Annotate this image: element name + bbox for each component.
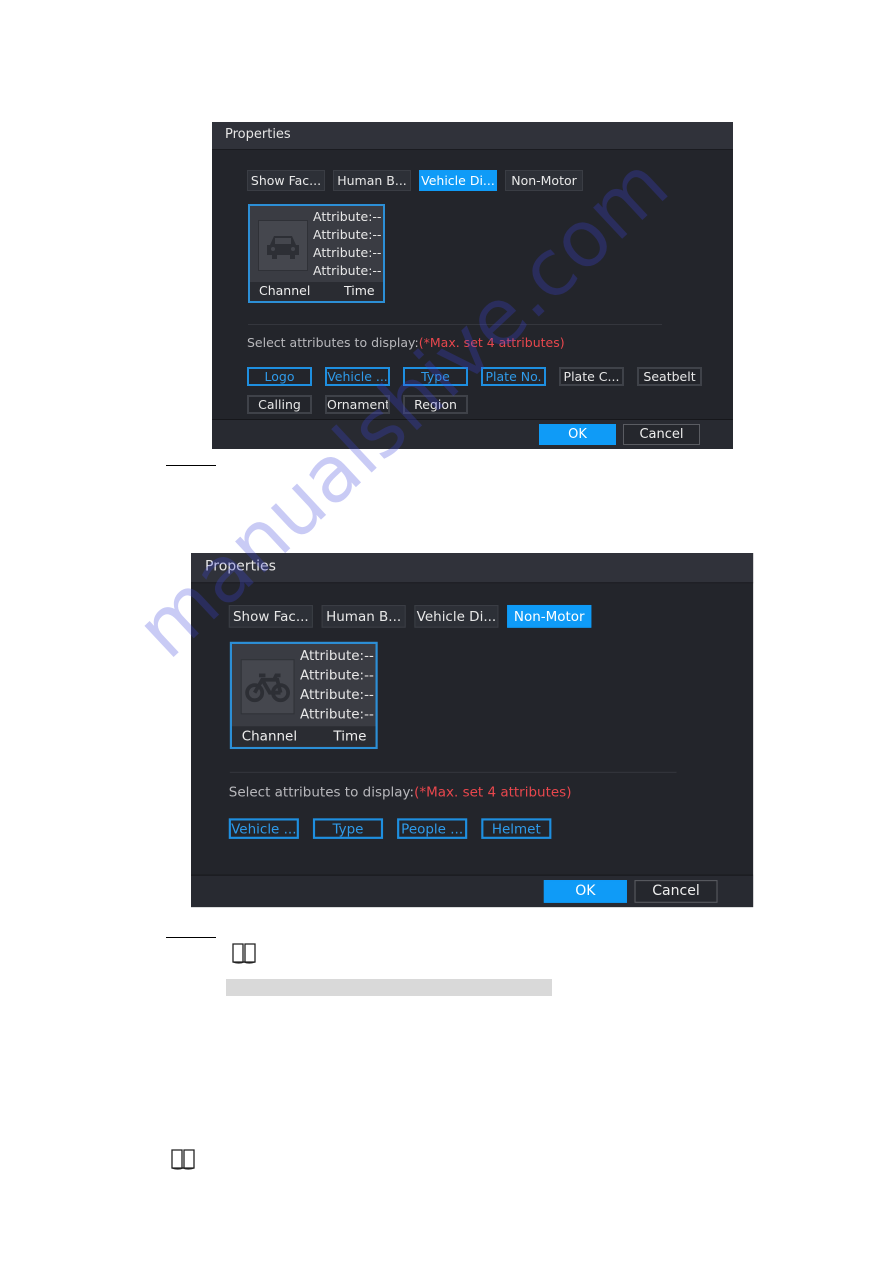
preview-attribute: Attribute:-- — [299, 686, 374, 703]
dialog-title-bar: Properties — [191, 553, 754, 584]
step-underline — [166, 465, 216, 466]
attribute-chip[interactable]: Region — [403, 395, 468, 414]
preview-attribute: Attribute:-- — [313, 227, 382, 242]
preview-attribute: Attribute:-- — [313, 209, 382, 224]
attribute-chip[interactable]: Calling — [247, 395, 312, 414]
tab-non-motor[interactable]: Non-Motor — [505, 170, 583, 191]
preview-footer: Channel Time — [232, 726, 376, 747]
preview-attribute: Attribute:-- — [313, 263, 382, 278]
attribute-chip[interactable]: Type — [312, 818, 384, 839]
max-attributes-warning: (*Max. set 4 attributes) — [414, 783, 572, 800]
tab-show-fac[interactable]: Show Fac... — [247, 170, 325, 191]
attribute-chip[interactable]: Helmet — [481, 818, 552, 839]
preview-time: Time — [333, 727, 367, 744]
preview-time: Time — [344, 283, 375, 298]
preview-footer: Channel Time — [250, 282, 383, 301]
select-label-text: Select attributes to display: — [247, 335, 419, 350]
divider — [229, 771, 677, 773]
tab-vehicle-di[interactable]: Vehicle Di... — [419, 170, 497, 191]
select-attributes-label: Select attributes to display:(*Max. set … — [229, 784, 572, 800]
bicycle-icon — [240, 659, 295, 715]
step-underline — [166, 937, 216, 938]
ok-button[interactable]: OK — [539, 424, 616, 445]
note-book-icon — [171, 1149, 195, 1170]
tab-show-fac[interactable]: Show Fac... — [228, 604, 313, 628]
dialog-title: Properties — [225, 127, 291, 142]
tab-human-b[interactable]: Human B... — [333, 170, 411, 191]
dialog-title-bar: Properties — [212, 122, 733, 150]
tab-human-b[interactable]: Human B... — [321, 604, 406, 628]
ok-button[interactable]: OK — [543, 880, 627, 903]
cancel-button[interactable]: Cancel — [623, 424, 700, 445]
attribute-chip[interactable]: Vehicle ... — [228, 818, 299, 839]
properties-dialog-non-motor: Properties Show Fac... Human B... Vehicle D… — [191, 553, 754, 908]
attribute-chip[interactable]: Seatbelt — [637, 367, 702, 386]
preview-attribute: Attribute:-- — [299, 705, 374, 722]
attribute-chip[interactable]: Logo — [247, 367, 312, 386]
note-book-icon — [232, 943, 256, 964]
preview-channel: Channel — [241, 727, 298, 744]
select-attributes-label: Select attributes to display:(*Max. set … — [247, 335, 565, 350]
dialog-title: Properties — [205, 558, 276, 575]
preview-card: Attribute:-- Attribute:-- Attribute:-- Attr… — [229, 641, 378, 750]
attribute-chip[interactable]: Vehicle ... — [325, 367, 390, 386]
attribute-chip[interactable]: Plate C... — [559, 367, 624, 386]
cancel-button[interactable]: Cancel — [634, 880, 718, 903]
preview-card: Attribute:-- Attribute:-- Attribute:-- Attr… — [248, 204, 385, 303]
divider — [248, 324, 662, 325]
preview-channel: Channel — [259, 283, 311, 298]
car-icon — [258, 220, 308, 271]
preview-attribute: Attribute:-- — [299, 666, 374, 683]
tab-vehicle-di[interactable]: Vehicle Di... — [414, 604, 499, 628]
attribute-chip[interactable]: People ... — [397, 818, 468, 839]
properties-dialog-vehicle: Properties Show Fac... Human B... Vehicle D… — [212, 122, 733, 449]
note-bar — [226, 979, 552, 996]
preview-attribute: Attribute:-- — [313, 245, 382, 260]
tab-non-motor[interactable]: Non-Motor — [507, 604, 592, 628]
preview-attribute: Attribute:-- — [299, 647, 374, 664]
select-label-text: Select attributes to display: — [228, 783, 415, 800]
attribute-chip[interactable]: Type — [403, 367, 468, 386]
max-attributes-warning: (*Max. set 4 attributes) — [418, 335, 565, 350]
attribute-chip[interactable]: Ornament — [325, 395, 390, 414]
document-page: Properties Show Fac... Human B... Vehicle D… — [0, 0, 893, 1263]
attribute-chip[interactable]: Plate No. — [481, 367, 546, 386]
